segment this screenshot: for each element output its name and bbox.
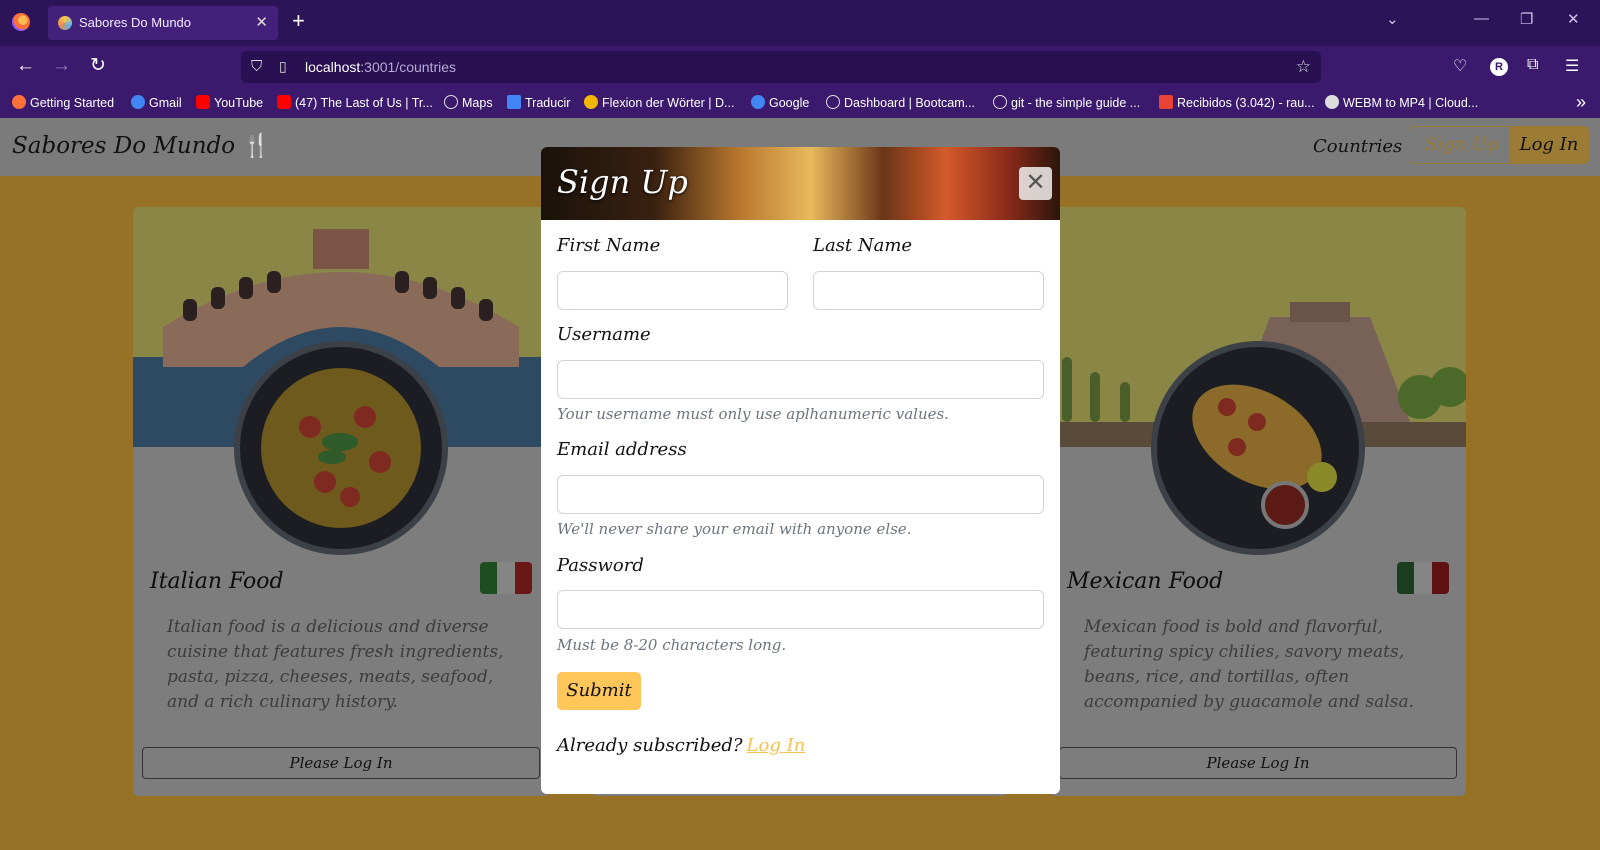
fork-knife-icon: 🍴 xyxy=(242,133,272,159)
modal-header-food-banner: Sign Up ✕ xyxy=(541,147,1060,220)
address-bar[interactable]: ⛉ ▯ localhost:3001/countries ☆ xyxy=(241,51,1321,83)
please-login-button[interactable]: Please Log In xyxy=(142,747,540,779)
gmail-icon xyxy=(1159,95,1173,109)
translate-icon xyxy=(507,95,521,109)
tab-favicon-icon xyxy=(58,16,72,30)
card-title: Mexican Food xyxy=(1067,569,1224,594)
bookmark-item[interactable]: (47) The Last of Us | Tr... xyxy=(277,95,433,110)
firefox-icon xyxy=(12,95,26,109)
flag-icon xyxy=(584,95,598,109)
profile-avatar-icon[interactable]: R xyxy=(1490,58,1508,76)
extensions-icon[interactable]: ⧉ xyxy=(1527,56,1538,74)
bookmarks-bar: Getting Started Gmail YouTube (47) The L… xyxy=(0,88,1600,118)
url-text[interactable]: localhost:3001/countries xyxy=(305,59,456,75)
bookmark-item[interactable]: Dashboard | Bootcam... xyxy=(826,95,975,110)
tab-close-icon[interactable]: ✕ xyxy=(255,13,268,31)
brand-logo[interactable]: Sabores Do Mundo 🍴 xyxy=(12,132,271,159)
google-icon xyxy=(751,95,765,109)
pasta-dish-image xyxy=(234,341,448,555)
globe-icon xyxy=(993,95,1007,109)
youtube-icon xyxy=(277,95,291,109)
modal-login-link[interactable]: Log In xyxy=(747,735,806,756)
browser-tab[interactable]: Sabores Do Mundo ✕ xyxy=(48,6,278,40)
bookmark-item[interactable]: Gmail xyxy=(131,95,182,110)
nav-countries-link[interactable]: Countries xyxy=(1313,136,1402,157)
bookmark-item[interactable]: YouTube xyxy=(196,95,263,110)
password-hint: Must be 8-20 characters long. xyxy=(557,636,787,654)
first-name-input[interactable] xyxy=(557,271,788,310)
restore-icon[interactable]: ❐ xyxy=(1520,10,1533,28)
window-close-icon[interactable]: ✕ xyxy=(1567,10,1580,28)
globe-icon xyxy=(826,95,840,109)
card-title: Italian Food xyxy=(150,569,284,594)
cloud-icon xyxy=(1325,95,1339,109)
password-input[interactable] xyxy=(557,590,1044,629)
country-card-mexico: Mexican Food Mexican food is bold and fl… xyxy=(1050,207,1466,796)
header-login-button[interactable]: Log In xyxy=(1509,126,1589,164)
country-card-italy: Italian Food Italian food is a delicious… xyxy=(133,207,549,796)
more-bookmarks-icon[interactable]: » xyxy=(1576,92,1586,113)
email-input[interactable] xyxy=(557,475,1044,514)
bookmark-item[interactable]: Traducir xyxy=(507,95,570,110)
pocket-icon[interactable]: ♡ xyxy=(1453,56,1467,76)
bookmark-item[interactable]: Flexion der Wörter | D... xyxy=(584,95,734,110)
header-signup-button[interactable]: Sign Up xyxy=(1409,126,1515,164)
already-subscribed-text: Already subscribed? Log In xyxy=(557,735,806,756)
back-icon[interactable]: ← xyxy=(16,55,35,77)
tab-title: Sabores Do Mundo xyxy=(79,15,192,30)
bookmark-item[interactable]: Maps xyxy=(444,95,493,110)
new-tab-icon[interactable]: + xyxy=(292,10,305,32)
youtube-icon xyxy=(196,95,210,109)
signup-modal: Sign Up ✕ First Name Last Name Username … xyxy=(541,147,1060,794)
google-icon xyxy=(131,95,145,109)
submit-button[interactable]: Submit xyxy=(557,672,641,710)
last-name-label: Last Name xyxy=(813,235,913,256)
menu-icon[interactable]: ☰ xyxy=(1565,56,1579,76)
username-label: Username xyxy=(557,324,651,345)
bookmark-star-icon[interactable]: ☆ xyxy=(1296,57,1311,77)
username-hint: Your username must only use aplhanumeric… xyxy=(557,405,949,423)
mexico-flag-icon xyxy=(1397,562,1449,594)
bookmark-item[interactable]: Recibidos (3.042) - rau... xyxy=(1159,95,1315,110)
list-tabs-icon[interactable]: ⌄ xyxy=(1386,10,1399,28)
tracking-shield-icon[interactable]: ⛉ xyxy=(251,58,262,75)
modal-close-icon[interactable]: ✕ xyxy=(1019,167,1052,200)
card-description: Mexican food is bold and flavorful, feat… xyxy=(1084,617,1414,712)
first-name-label: First Name xyxy=(557,235,661,256)
bookmark-item[interactable]: git - the simple guide ... xyxy=(993,95,1140,110)
forward-icon[interactable]: → xyxy=(52,55,71,77)
page-info-icon[interactable]: ▯ xyxy=(279,58,287,75)
browser-tab-bar: Sabores Do Mundo ✕ + ⌄ — ❐ ✕ xyxy=(0,0,1600,46)
reload-icon[interactable]: ↻ xyxy=(90,55,106,77)
browser-nav-bar: ← → ↻ ⛉ ▯ localhost:3001/countries ☆ ♡ R… xyxy=(0,46,1600,88)
bookmark-item[interactable]: Google xyxy=(751,95,809,110)
tacos-dish-image xyxy=(1151,341,1365,555)
bookmark-item[interactable]: WEBM to MP4 | Cloud... xyxy=(1325,95,1478,110)
email-hint: We'll never share your email with anyone… xyxy=(557,520,912,538)
username-input[interactable] xyxy=(557,360,1044,399)
email-label: Email address xyxy=(557,439,687,460)
modal-title: Sign Up xyxy=(557,163,688,201)
bookmark-item[interactable]: Getting Started xyxy=(12,95,114,110)
password-label: Password xyxy=(557,555,644,576)
card-description: Italian food is a delicious and diverse … xyxy=(167,617,504,712)
globe-icon xyxy=(444,95,458,109)
italy-flag-icon xyxy=(480,562,532,594)
minimize-icon[interactable]: — xyxy=(1474,10,1489,27)
please-login-button[interactable]: Please Log In xyxy=(1059,747,1457,779)
firefox-icon[interactable] xyxy=(12,13,30,31)
last-name-input[interactable] xyxy=(813,271,1044,310)
